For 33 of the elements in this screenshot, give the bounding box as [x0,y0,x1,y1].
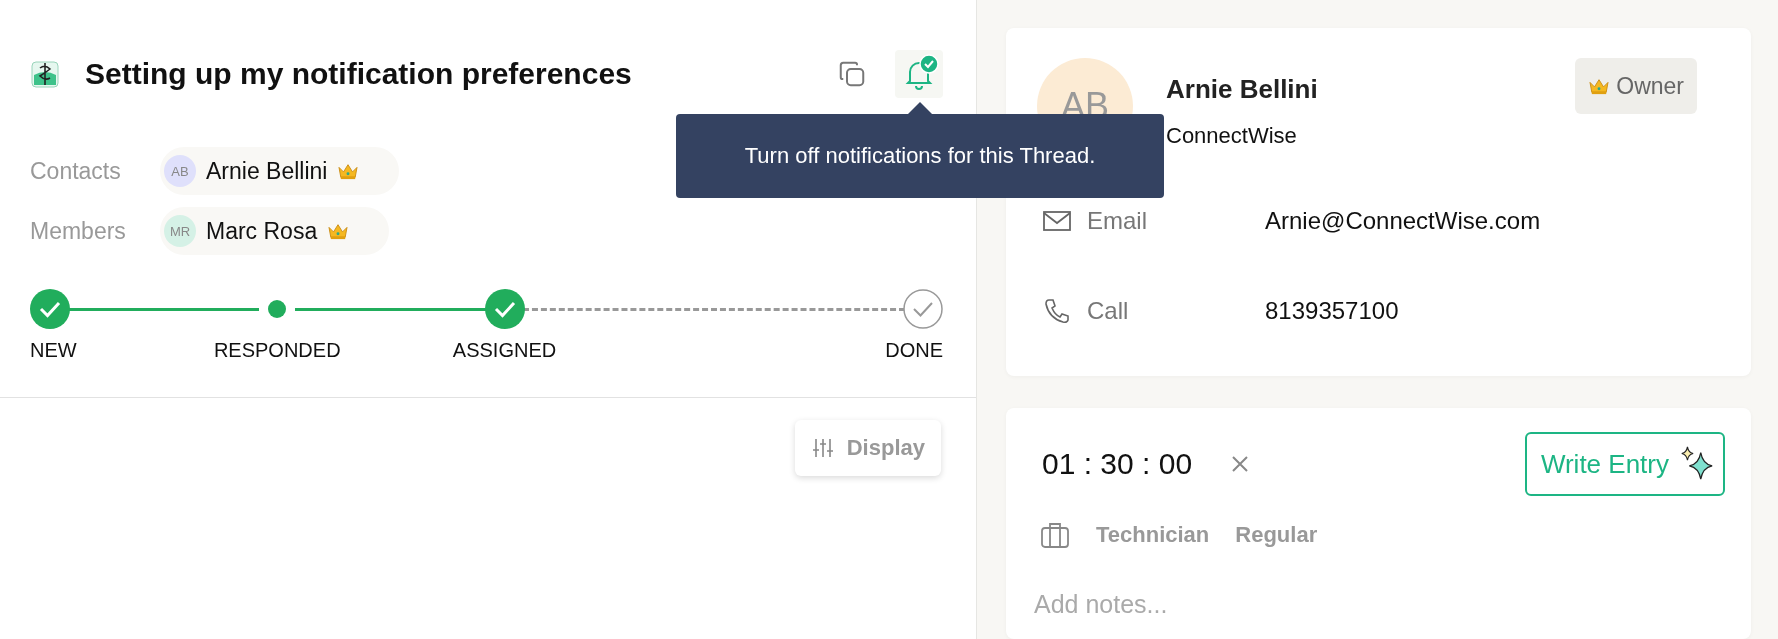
company-name: ConnectWise [1166,123,1298,149]
thread-title: Setting up my notification preferences [85,57,632,91]
write-entry-button[interactable]: Write Entry [1524,432,1725,496]
person-name: Arnie Bellini [206,157,328,185]
avatar: MR [164,215,196,247]
field-value: 8139357100 [1265,297,1399,325]
badge-text: Owner [1616,72,1684,100]
notification-bell-button[interactable] [895,50,943,98]
display-button[interactable]: Display [794,420,941,476]
person-chip[interactable]: AB Arnie Bellini [160,147,400,195]
field-label: Email [1087,207,1148,235]
timer: 01 : 30 : 00 [1042,447,1193,481]
step-label: NEW [30,339,77,362]
step-label: DONE [885,339,943,362]
thread-icon [30,59,60,89]
person-name: Marc Rosa [206,217,318,245]
step-label: RESPONDED [213,339,341,362]
field-value: Arnie@ConnectWise.com [1265,207,1541,235]
work-role[interactable]: Technician [1096,522,1210,548]
close-button[interactable] [1230,454,1251,474]
people-label: Contacts [30,157,122,185]
field-label: Call [1087,297,1130,325]
contact-name: Arnie Bellini [1166,74,1318,105]
avatar: AB [164,155,196,187]
work-type[interactable]: Regular [1235,522,1318,548]
crown-icon [1588,77,1611,95]
step-label: ASSIGNED [452,339,557,362]
tooltip: Turn off notifications for this Thread. [676,114,1164,198]
copy-button[interactable] [837,59,867,89]
sliders-icon [810,436,835,460]
briefcase-icon [1040,521,1070,549]
people-label: Members [30,217,127,245]
person-chip[interactable]: MR Marc Rosa [160,207,390,255]
